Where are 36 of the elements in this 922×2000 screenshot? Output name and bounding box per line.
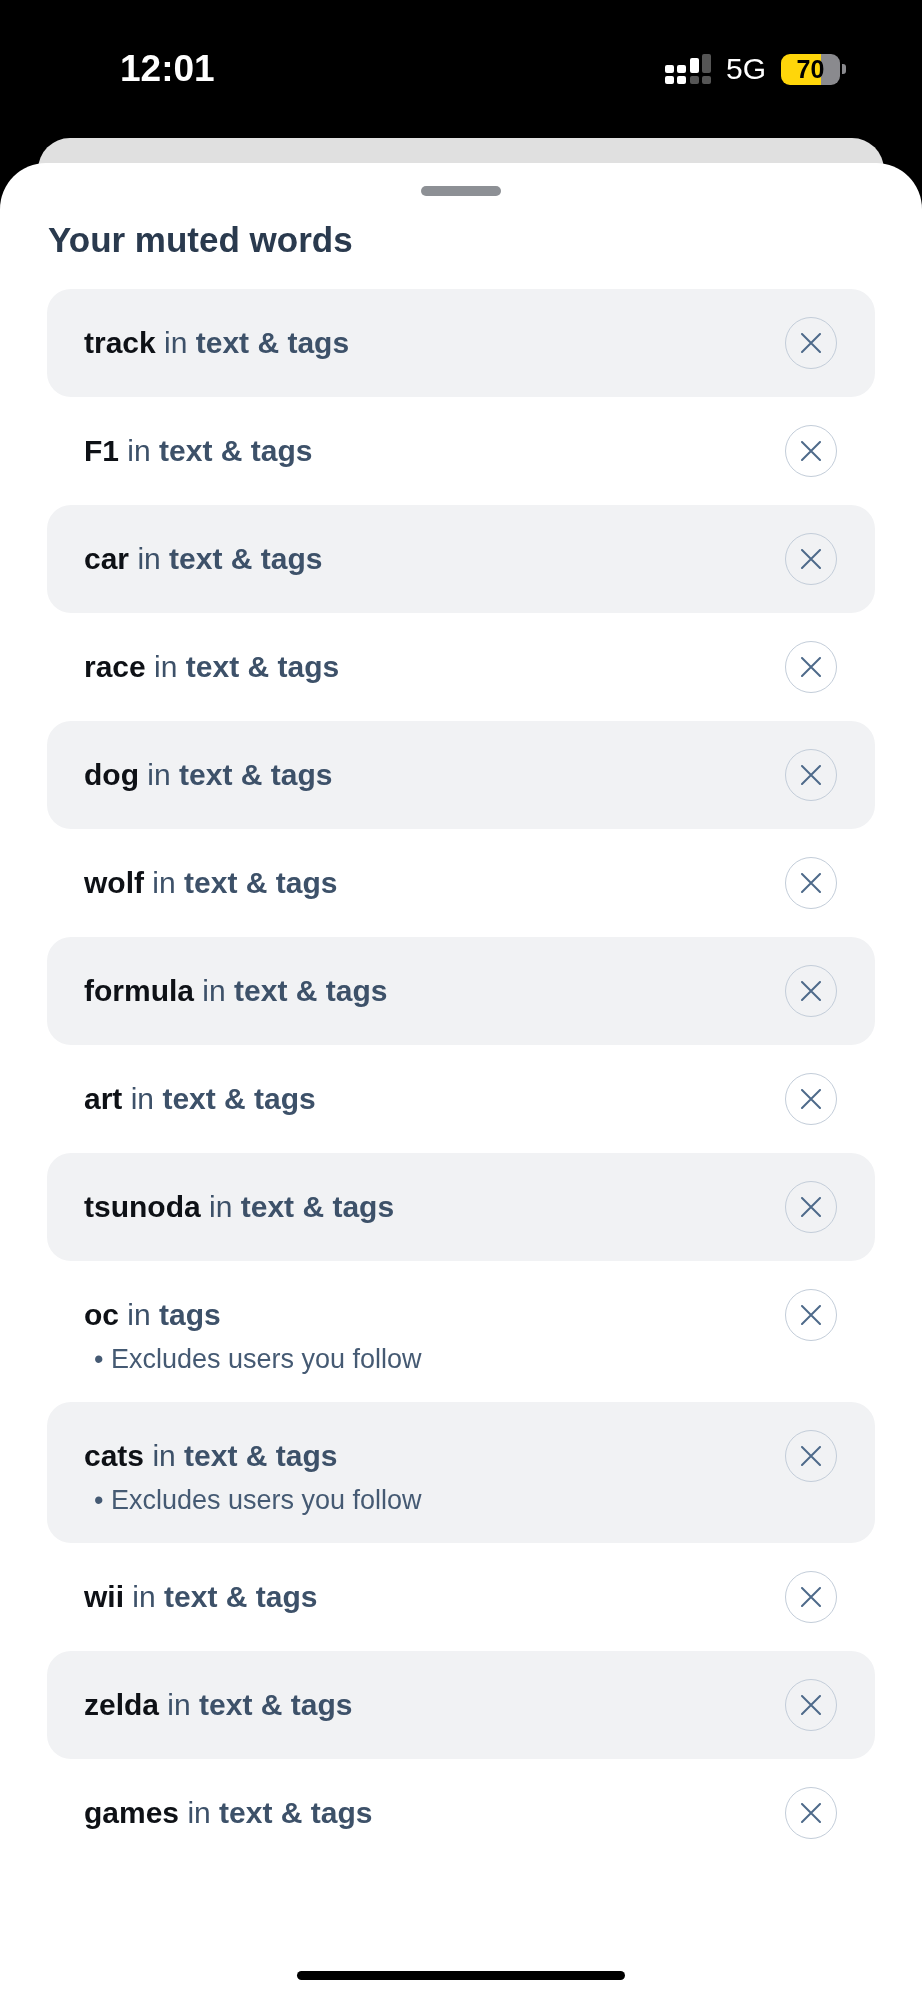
close-icon <box>801 981 821 1001</box>
close-icon <box>801 1089 821 1109</box>
muted-word-label: art in text & tags <box>84 1082 316 1116</box>
muted-word-label: race in text & tags <box>84 650 340 684</box>
close-icon <box>801 1803 821 1823</box>
muted-word-label: tsunoda in text & tags <box>84 1190 395 1224</box>
muted-word-label: wii in text & tags <box>84 1580 318 1614</box>
battery-percentage: 70 <box>781 53 840 85</box>
close-icon <box>801 1197 821 1217</box>
muted-word-label: games in text & tags <box>84 1796 373 1830</box>
close-icon <box>801 873 821 893</box>
close-icon <box>801 549 821 569</box>
close-icon <box>801 1305 821 1325</box>
muted-word-label: wolf in text & tags <box>84 866 338 900</box>
muted-word-label: oc in tags <box>84 1298 221 1332</box>
muted-word-label: cats in text & tags <box>84 1439 338 1473</box>
exclusion-note: • Excludes users you follow <box>94 1344 422 1374</box>
close-icon <box>801 1695 821 1715</box>
network-label: 5G <box>725 51 766 87</box>
close-icon <box>801 441 821 461</box>
close-icon <box>801 1587 821 1607</box>
muted-word-label: car in text & tags <box>84 542 323 576</box>
sheet-title: Your muted words <box>48 222 354 258</box>
muted-word-label: formula in text & tags <box>84 974 388 1008</box>
muted-word-label: F1 in text & tags <box>84 434 313 468</box>
close-icon <box>801 765 821 785</box>
drag-handle[interactable] <box>421 186 501 196</box>
close-icon <box>801 333 821 353</box>
exclusion-note: • Excludes users you follow <box>94 1485 422 1515</box>
close-icon <box>801 657 821 677</box>
status-time: 12:01 <box>120 47 215 91</box>
signal-icon <box>664 54 711 84</box>
close-icon <box>801 1446 821 1466</box>
muted-word-label: track in text & tags <box>84 326 350 360</box>
muted-word-label: dog in text & tags <box>84 758 333 792</box>
muted-word-label: zelda in text & tags <box>84 1688 353 1722</box>
